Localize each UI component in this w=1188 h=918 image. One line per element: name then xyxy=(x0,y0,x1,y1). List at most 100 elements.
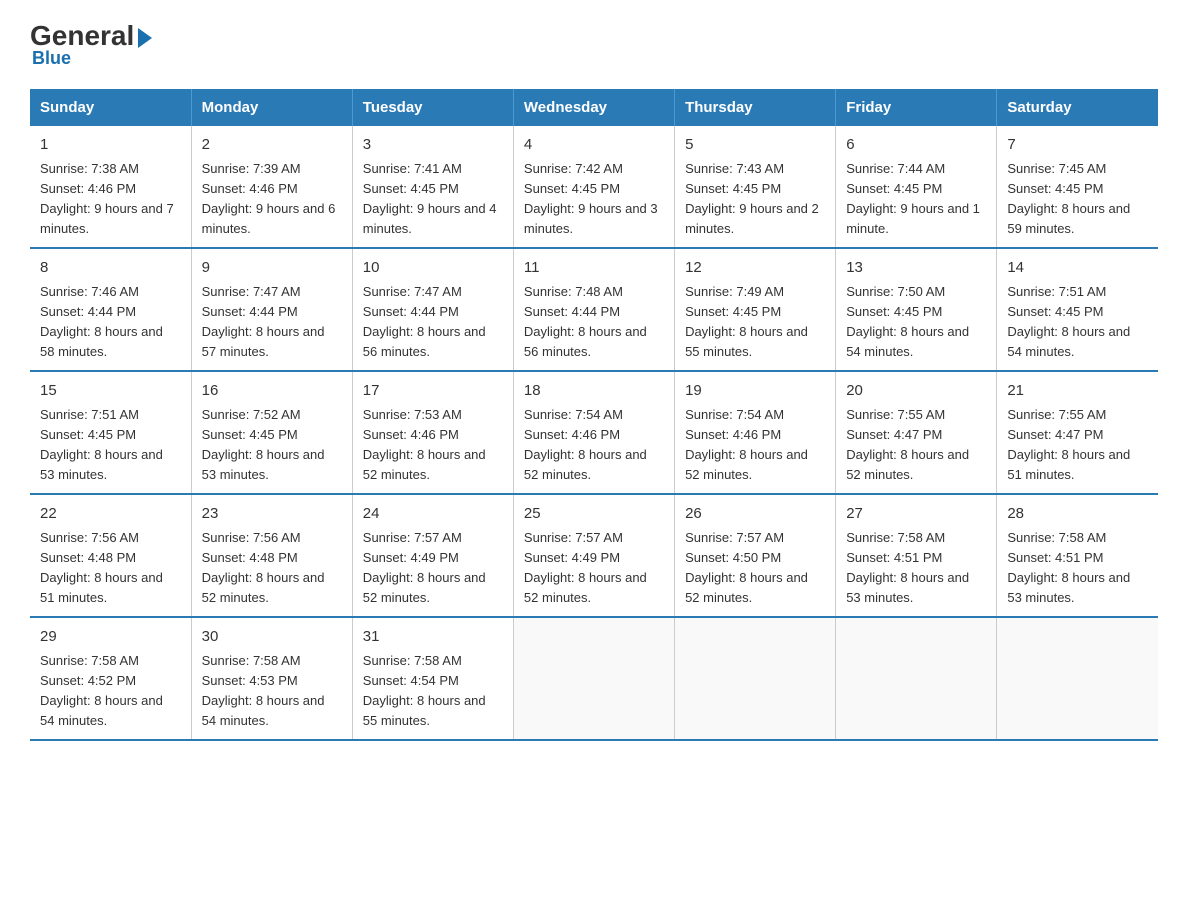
day-info: Sunrise: 7:43 AMSunset: 4:45 PMDaylight:… xyxy=(685,159,825,240)
day-number: 29 xyxy=(40,626,181,649)
weekday-header-row: SundayMondayTuesdayWednesdayThursdayFrid… xyxy=(30,89,1158,126)
calendar-cell xyxy=(836,617,997,740)
day-number: 13 xyxy=(846,257,986,280)
logo: General Blue xyxy=(30,20,156,69)
day-info: Sunrise: 7:55 AMSunset: 4:47 PMDaylight:… xyxy=(846,405,986,486)
calendar-cell: 31Sunrise: 7:58 AMSunset: 4:54 PMDayligh… xyxy=(352,617,513,740)
day-number: 9 xyxy=(202,257,342,280)
week-row-3: 15Sunrise: 7:51 AMSunset: 4:45 PMDayligh… xyxy=(30,371,1158,494)
calendar-cell: 6Sunrise: 7:44 AMSunset: 4:45 PMDaylight… xyxy=(836,126,997,248)
day-info: Sunrise: 7:58 AMSunset: 4:51 PMDaylight:… xyxy=(1007,528,1148,609)
week-row-5: 29Sunrise: 7:58 AMSunset: 4:52 PMDayligh… xyxy=(30,617,1158,740)
calendar-cell xyxy=(513,617,674,740)
day-number: 11 xyxy=(524,257,664,280)
day-info: Sunrise: 7:58 AMSunset: 4:54 PMDaylight:… xyxy=(363,651,503,732)
week-row-4: 22Sunrise: 7:56 AMSunset: 4:48 PMDayligh… xyxy=(30,494,1158,617)
day-info: Sunrise: 7:58 AMSunset: 4:53 PMDaylight:… xyxy=(202,651,342,732)
weekday-header-sunday: Sunday xyxy=(30,89,191,126)
calendar-cell: 3Sunrise: 7:41 AMSunset: 4:45 PMDaylight… xyxy=(352,126,513,248)
day-number: 1 xyxy=(40,134,181,157)
weekday-header-saturday: Saturday xyxy=(997,89,1158,126)
day-info: Sunrise: 7:38 AMSunset: 4:46 PMDaylight:… xyxy=(40,159,181,240)
calendar-cell: 8Sunrise: 7:46 AMSunset: 4:44 PMDaylight… xyxy=(30,248,191,371)
day-info: Sunrise: 7:45 AMSunset: 4:45 PMDaylight:… xyxy=(1007,159,1148,240)
day-info: Sunrise: 7:58 AMSunset: 4:52 PMDaylight:… xyxy=(40,651,181,732)
calendar-cell: 21Sunrise: 7:55 AMSunset: 4:47 PMDayligh… xyxy=(997,371,1158,494)
day-info: Sunrise: 7:48 AMSunset: 4:44 PMDaylight:… xyxy=(524,282,664,363)
logo-arrow-icon xyxy=(138,28,152,48)
day-number: 12 xyxy=(685,257,825,280)
day-number: 22 xyxy=(40,503,181,526)
day-number: 15 xyxy=(40,380,181,403)
day-number: 19 xyxy=(685,380,825,403)
calendar-cell: 27Sunrise: 7:58 AMSunset: 4:51 PMDayligh… xyxy=(836,494,997,617)
day-info: Sunrise: 7:56 AMSunset: 4:48 PMDaylight:… xyxy=(202,528,342,609)
calendar-cell: 29Sunrise: 7:58 AMSunset: 4:52 PMDayligh… xyxy=(30,617,191,740)
calendar-cell: 9Sunrise: 7:47 AMSunset: 4:44 PMDaylight… xyxy=(191,248,352,371)
day-info: Sunrise: 7:42 AMSunset: 4:45 PMDaylight:… xyxy=(524,159,664,240)
calendar-cell: 23Sunrise: 7:56 AMSunset: 4:48 PMDayligh… xyxy=(191,494,352,617)
calendar-cell: 7Sunrise: 7:45 AMSunset: 4:45 PMDaylight… xyxy=(997,126,1158,248)
day-info: Sunrise: 7:50 AMSunset: 4:45 PMDaylight:… xyxy=(846,282,986,363)
calendar-cell: 13Sunrise: 7:50 AMSunset: 4:45 PMDayligh… xyxy=(836,248,997,371)
calendar-cell: 26Sunrise: 7:57 AMSunset: 4:50 PMDayligh… xyxy=(675,494,836,617)
calendar-cell: 15Sunrise: 7:51 AMSunset: 4:45 PMDayligh… xyxy=(30,371,191,494)
day-info: Sunrise: 7:39 AMSunset: 4:46 PMDaylight:… xyxy=(202,159,342,240)
calendar-cell: 12Sunrise: 7:49 AMSunset: 4:45 PMDayligh… xyxy=(675,248,836,371)
calendar-cell: 22Sunrise: 7:56 AMSunset: 4:48 PMDayligh… xyxy=(30,494,191,617)
calendar-cell: 30Sunrise: 7:58 AMSunset: 4:53 PMDayligh… xyxy=(191,617,352,740)
day-number: 18 xyxy=(524,380,664,403)
calendar-cell: 17Sunrise: 7:53 AMSunset: 4:46 PMDayligh… xyxy=(352,371,513,494)
day-info: Sunrise: 7:46 AMSunset: 4:44 PMDaylight:… xyxy=(40,282,181,363)
day-info: Sunrise: 7:57 AMSunset: 4:50 PMDaylight:… xyxy=(685,528,825,609)
day-number: 4 xyxy=(524,134,664,157)
day-number: 30 xyxy=(202,626,342,649)
day-number: 10 xyxy=(363,257,503,280)
calendar-cell: 10Sunrise: 7:47 AMSunset: 4:44 PMDayligh… xyxy=(352,248,513,371)
calendar-cell: 1Sunrise: 7:38 AMSunset: 4:46 PMDaylight… xyxy=(30,126,191,248)
day-number: 5 xyxy=(685,134,825,157)
day-info: Sunrise: 7:56 AMSunset: 4:48 PMDaylight:… xyxy=(40,528,181,609)
calendar-cell: 4Sunrise: 7:42 AMSunset: 4:45 PMDaylight… xyxy=(513,126,674,248)
weekday-header-monday: Monday xyxy=(191,89,352,126)
weekday-header-thursday: Thursday xyxy=(675,89,836,126)
calendar-cell xyxy=(997,617,1158,740)
day-number: 8 xyxy=(40,257,181,280)
calendar-cell: 2Sunrise: 7:39 AMSunset: 4:46 PMDaylight… xyxy=(191,126,352,248)
day-info: Sunrise: 7:54 AMSunset: 4:46 PMDaylight:… xyxy=(685,405,825,486)
weekday-header-tuesday: Tuesday xyxy=(352,89,513,126)
calendar-table: SundayMondayTuesdayWednesdayThursdayFrid… xyxy=(30,89,1158,741)
day-number: 28 xyxy=(1007,503,1148,526)
day-number: 20 xyxy=(846,380,986,403)
day-info: Sunrise: 7:57 AMSunset: 4:49 PMDaylight:… xyxy=(524,528,664,609)
day-info: Sunrise: 7:51 AMSunset: 4:45 PMDaylight:… xyxy=(40,405,181,486)
day-info: Sunrise: 7:47 AMSunset: 4:44 PMDaylight:… xyxy=(202,282,342,363)
logo-tagline: Blue xyxy=(32,48,71,69)
day-number: 16 xyxy=(202,380,342,403)
calendar-cell: 11Sunrise: 7:48 AMSunset: 4:44 PMDayligh… xyxy=(513,248,674,371)
calendar-cell: 20Sunrise: 7:55 AMSunset: 4:47 PMDayligh… xyxy=(836,371,997,494)
calendar-cell: 24Sunrise: 7:57 AMSunset: 4:49 PMDayligh… xyxy=(352,494,513,617)
calendar-cell: 18Sunrise: 7:54 AMSunset: 4:46 PMDayligh… xyxy=(513,371,674,494)
day-number: 17 xyxy=(363,380,503,403)
day-info: Sunrise: 7:57 AMSunset: 4:49 PMDaylight:… xyxy=(363,528,503,609)
day-number: 21 xyxy=(1007,380,1148,403)
page-header: General Blue xyxy=(30,20,1158,69)
weekday-header-wednesday: Wednesday xyxy=(513,89,674,126)
day-number: 6 xyxy=(846,134,986,157)
day-info: Sunrise: 7:49 AMSunset: 4:45 PMDaylight:… xyxy=(685,282,825,363)
calendar-cell: 14Sunrise: 7:51 AMSunset: 4:45 PMDayligh… xyxy=(997,248,1158,371)
weekday-header-friday: Friday xyxy=(836,89,997,126)
day-number: 2 xyxy=(202,134,342,157)
week-row-1: 1Sunrise: 7:38 AMSunset: 4:46 PMDaylight… xyxy=(30,126,1158,248)
day-info: Sunrise: 7:52 AMSunset: 4:45 PMDaylight:… xyxy=(202,405,342,486)
day-number: 24 xyxy=(363,503,503,526)
day-info: Sunrise: 7:54 AMSunset: 4:46 PMDaylight:… xyxy=(524,405,664,486)
calendar-cell: 16Sunrise: 7:52 AMSunset: 4:45 PMDayligh… xyxy=(191,371,352,494)
day-number: 31 xyxy=(363,626,503,649)
day-number: 3 xyxy=(363,134,503,157)
calendar-cell xyxy=(675,617,836,740)
day-number: 14 xyxy=(1007,257,1148,280)
week-row-2: 8Sunrise: 7:46 AMSunset: 4:44 PMDaylight… xyxy=(30,248,1158,371)
day-info: Sunrise: 7:58 AMSunset: 4:51 PMDaylight:… xyxy=(846,528,986,609)
